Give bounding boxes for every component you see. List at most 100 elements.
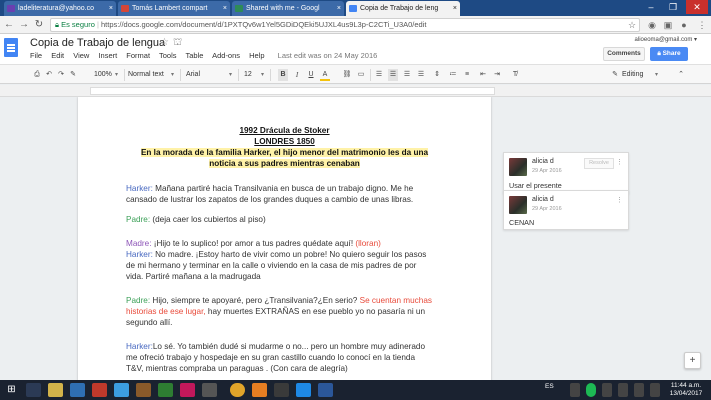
font-size-select[interactable]: 12 <box>244 69 264 81</box>
paragraph-style-select[interactable]: Normal text <box>128 69 174 81</box>
text-color-icon[interactable]: A <box>320 69 330 81</box>
document-title[interactable]: Copia de Trabajo de lengua <box>30 37 165 49</box>
language-indicator[interactable]: ES <box>545 383 554 390</box>
browser-tab-drive[interactable]: Shared with me - Googl × <box>232 1 344 16</box>
clock-date[interactable]: 13/04/2017 <box>666 390 706 397</box>
app-icon[interactable] <box>274 383 289 397</box>
reload-icon[interactable]: ↻ <box>32 18 46 32</box>
windows-taskbar: ⊞ ES 11:44 a.m. 13/04/2017 <box>0 380 711 400</box>
paint-format-icon[interactable]: ✎ <box>68 69 78 81</box>
align-center-icon[interactable]: ☰ <box>388 69 398 81</box>
link-icon[interactable]: ⛓ <box>342 69 352 81</box>
menu-edit[interactable]: Edit <box>51 51 64 60</box>
browser-menu-icon[interactable]: ⋮ <box>696 19 708 31</box>
eye-extension-icon[interactable]: ◉ <box>646 19 658 31</box>
volume-icon[interactable] <box>634 383 644 397</box>
close-tab-icon[interactable]: × <box>109 1 113 16</box>
underline-icon[interactable]: U <box>306 69 316 81</box>
browser-tab-yahoo[interactable]: ladeliteratura@yahoo.co × <box>4 1 116 16</box>
app-icon[interactable] <box>202 383 217 397</box>
print-icon[interactable]: ⎙ <box>32 69 42 81</box>
bulleted-list-icon[interactable]: ≡ <box>462 69 472 81</box>
italic-icon[interactable]: I <box>292 69 302 81</box>
menu-insert[interactable]: Insert <box>98 51 117 60</box>
clock-time[interactable]: 11:44 a.m. <box>666 382 706 389</box>
line-spacing-icon[interactable]: ⇕ <box>432 69 442 81</box>
close-tab-icon[interactable]: × <box>337 1 341 16</box>
document-page[interactable]: 1992 Drácula de Stoker LONDRES 1850 En l… <box>78 97 491 380</box>
add-comment-button[interactable]: + <box>684 352 701 369</box>
increase-indent-icon[interactable]: ⇥ <box>492 69 502 81</box>
app-icon[interactable] <box>296 383 311 397</box>
close-tab-icon[interactable]: × <box>223 1 227 16</box>
menu-table[interactable]: Table <box>185 51 203 60</box>
comment-card[interactable]: alicia d 29 Apr 2016 ⋮ CENAN <box>503 190 629 230</box>
forward-arrow-icon[interactable]: → <box>17 18 31 32</box>
bookmark-star-icon[interactable]: ☆ <box>626 19 638 31</box>
comment-icon[interactable]: ▭ <box>356 69 366 81</box>
chrome-icon[interactable] <box>230 383 245 397</box>
folder-icon[interactable]: ⛫ <box>173 37 182 50</box>
battery-icon[interactable] <box>650 383 660 397</box>
menu-format[interactable]: Format <box>126 51 150 60</box>
app-icon[interactable] <box>92 383 107 397</box>
file-explorer-icon[interactable] <box>48 383 63 397</box>
undo-icon[interactable]: ↶ <box>44 69 54 81</box>
spotify-icon[interactable] <box>586 383 596 397</box>
bold-icon[interactable]: B <box>278 69 288 81</box>
last-edit-link[interactable]: Last edit was on 24 May 2016 <box>278 51 378 60</box>
browser-tab-gmail[interactable]: Tomás Lambert compart × <box>118 1 230 16</box>
back-arrow-icon[interactable]: ← <box>2 18 16 32</box>
word-icon[interactable] <box>318 383 333 397</box>
app-icon[interactable] <box>136 383 151 397</box>
tray-icon[interactable] <box>602 383 612 397</box>
comment-card[interactable]: alicia d 29 Apr 2016 Resolve ⋮ Usar el p… <box>503 152 629 194</box>
collapse-menu-icon[interactable]: ⌃ <box>676 69 686 81</box>
menu-help[interactable]: Help <box>249 51 264 60</box>
windows-start-icon[interactable]: ⊞ <box>4 383 19 397</box>
ruler-bar[interactable] <box>90 87 495 95</box>
share-button[interactable]: 🔒︎ Share <box>650 47 688 61</box>
dialogue-line: de mi hermano y terminar en la calle o v… <box>126 261 417 270</box>
minimize-window-icon[interactable]: – <box>640 0 662 14</box>
docs-favicon-icon <box>349 5 357 12</box>
extension-icon[interactable]: ▣ <box>662 19 674 31</box>
font-select[interactable]: Arial <box>186 69 232 81</box>
menu-add-ons[interactable]: Add-ons <box>212 51 240 60</box>
align-right-icon[interactable]: ☰ <box>402 69 412 81</box>
zoom-select[interactable]: 100% <box>94 69 118 81</box>
decrease-indent-icon[interactable]: ⇤ <box>478 69 488 81</box>
url-input[interactable]: 🔒︎ Es seguro | https://docs.google.com/d… <box>50 18 640 32</box>
comments-button[interactable]: Comments <box>603 47 645 61</box>
redo-icon[interactable]: ↷ <box>56 69 66 81</box>
align-justify-icon[interactable]: ☰ <box>416 69 426 81</box>
editing-mode-select[interactable]: Editing <box>622 69 658 81</box>
more-options-icon[interactable]: ⋮ <box>616 158 623 166</box>
close-window-icon[interactable]: ✕ <box>686 0 708 14</box>
resolve-button[interactable]: Resolve <box>584 158 614 169</box>
numbered-list-icon[interactable]: ≔ <box>448 69 458 81</box>
extension-red-icon[interactable]: ● <box>678 19 690 31</box>
browser-tab-docs[interactable]: Copia de Trabajo de leng × <box>346 1 460 16</box>
menu-view[interactable]: View <box>73 51 89 60</box>
menu-file[interactable]: File <box>30 51 42 60</box>
tray-icon[interactable] <box>570 383 580 397</box>
app-icon[interactable] <box>158 383 173 397</box>
docs-logo-icon[interactable] <box>4 38 18 57</box>
task-view-icon[interactable] <box>26 383 41 397</box>
menu-tools[interactable]: Tools <box>159 51 177 60</box>
dialogue-line: vida. Partiré mañana a la madrugada <box>126 272 261 281</box>
app-icon[interactable] <box>70 383 85 397</box>
close-tab-icon[interactable]: × <box>453 1 457 16</box>
account-email[interactable]: alioeoma@gmail.com ▾ <box>635 36 697 43</box>
more-options-icon[interactable]: ⋮ <box>616 196 623 204</box>
align-left-icon[interactable]: ☰ <box>374 69 384 81</box>
clear-formatting-icon[interactable]: T̸ <box>510 69 520 81</box>
wifi-icon[interactable] <box>618 383 628 397</box>
app-icon[interactable] <box>114 383 129 397</box>
document-canvas[interactable]: 1992 Drácula de Stoker LONDRES 1850 En l… <box>0 97 711 380</box>
maximize-window-icon[interactable]: ❐ <box>662 0 684 14</box>
star-icon[interactable]: ☆ <box>160 37 169 48</box>
app-icon[interactable] <box>252 383 267 397</box>
app-icon[interactable] <box>180 383 195 397</box>
